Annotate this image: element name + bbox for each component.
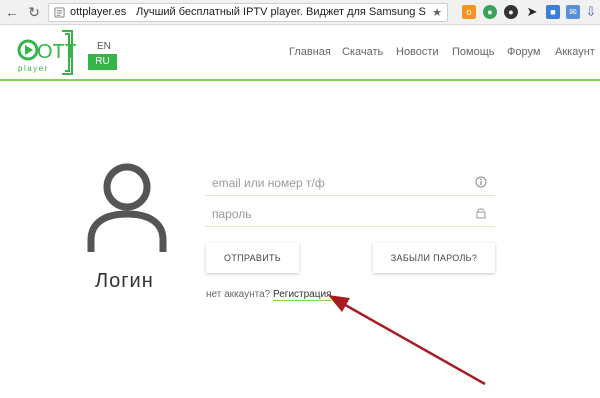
lock-icon[interactable]	[475, 207, 487, 219]
bird-icon[interactable]: ➤	[525, 5, 539, 19]
odnoklassniki-icon[interactable]: o	[462, 5, 476, 19]
no-account-text: нет аккаунта?	[206, 289, 271, 300]
page-info-icon[interactable]	[54, 7, 65, 18]
url-text: ottplayer.es	[70, 6, 127, 18]
no-account-row: нет аккаунта? Регистрация	[206, 289, 332, 301]
nav-download[interactable]: Скачать	[342, 46, 383, 58]
green-circle-icon[interactable]: ●	[483, 5, 497, 19]
bookmark-star-icon[interactable]: ★	[432, 6, 442, 19]
login-title: Логин	[95, 270, 154, 292]
password-field-wrapper	[205, 203, 495, 227]
logo-subtext: player	[18, 64, 49, 73]
lang-en-link[interactable]: EN	[97, 41, 111, 52]
red-arrow-annotation	[328, 295, 486, 386]
blue-extension-icon[interactable]: ■	[546, 5, 560, 19]
submit-button[interactable]: ОТПРАВИТЬ	[206, 243, 299, 273]
tab-title: Лучший бесплатный IPTV player. Виджет дл…	[136, 6, 426, 18]
email-field-wrapper	[205, 172, 495, 196]
nav-account[interactable]: Аккаунт	[555, 46, 595, 58]
address-bar[interactable]: ottplayer.es Лучший бесплатный IPTV play…	[48, 3, 448, 22]
lang-ru-button[interactable]: RU	[88, 54, 117, 70]
nav-news[interactable]: Новости	[396, 46, 439, 58]
logo-text: OTT	[37, 41, 76, 63]
dark-circle-icon[interactable]: ●	[504, 5, 518, 19]
ottplayer-logo[interactable]: OTT player	[14, 28, 76, 76]
nav-forum[interactable]: Форум	[507, 46, 540, 58]
nav-home[interactable]: Главная	[289, 46, 331, 58]
envelope-icon[interactable]: ✉	[566, 5, 580, 19]
forgot-password-button[interactable]: ЗАБЫЛИ ПАРОЛЬ?	[373, 243, 495, 273]
password-input[interactable]	[212, 204, 462, 224]
user-avatar-icon	[87, 163, 167, 252]
download-icon[interactable]: ⇩	[584, 5, 598, 19]
browser-toolbar: ← ↻ ottplayer.es Лучший бесплатный IPTV …	[0, 0, 600, 25]
info-icon[interactable]	[475, 176, 487, 188]
site-header: OTT player EN RU Главная Скачать Новости…	[0, 26, 600, 81]
reload-icon[interactable]: ↻	[26, 4, 42, 20]
email-input[interactable]	[212, 173, 462, 193]
nav-help[interactable]: Помощь	[452, 46, 495, 58]
back-arrow-icon[interactable]: ←	[4, 4, 20, 20]
